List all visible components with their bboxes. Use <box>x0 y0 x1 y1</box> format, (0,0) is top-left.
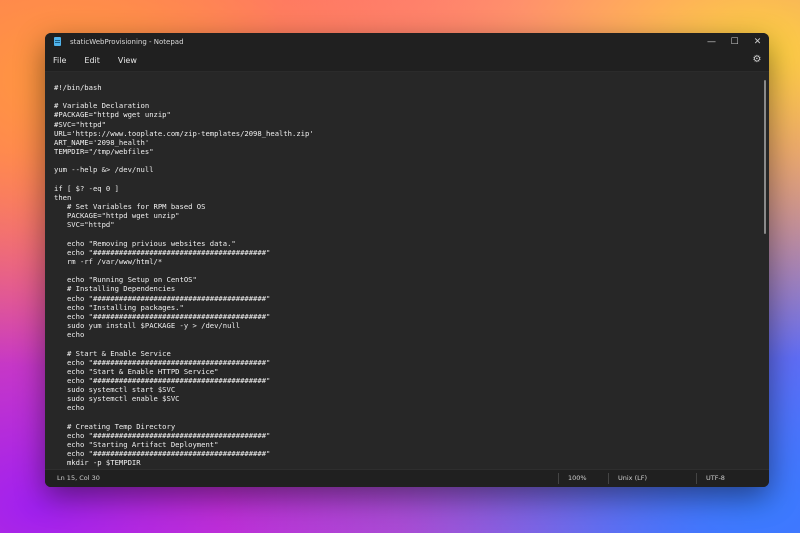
editor-text[interactable]: #!/bin/bash # Variable Declaration #PACK… <box>45 72 769 468</box>
zoom-level: 100% <box>568 474 587 482</box>
cursor-position: Ln 15, Col 30 <box>57 474 100 482</box>
minimize-button[interactable]: — <box>700 33 723 50</box>
encoding: UTF-8 <box>706 474 725 482</box>
notepad-window: staticWebProvisioning - Notepad — ☐ ✕ Fi… <box>45 33 769 487</box>
settings-button[interactable]: ⚙ <box>751 54 763 66</box>
window-controls: — ☐ ✕ <box>700 33 769 50</box>
status-divider <box>558 473 559 484</box>
menu-bar: File Edit View ⚙ <box>45 50 769 72</box>
gear-icon: ⚙ <box>752 54 762 65</box>
status-divider <box>696 473 697 484</box>
notepad-app-icon <box>54 37 61 46</box>
menu-view[interactable]: View <box>118 56 137 65</box>
text-editor[interactable]: #!/bin/bash # Variable Declaration #PACK… <box>45 72 769 470</box>
close-icon: ✕ <box>753 36 762 47</box>
maximize-icon: ☐ <box>730 36 739 47</box>
menu-edit[interactable]: Edit <box>84 56 100 65</box>
window-title: staticWebProvisioning - Notepad <box>70 37 184 46</box>
close-button[interactable]: ✕ <box>746 33 769 50</box>
line-ending: Unix (LF) <box>618 474 648 482</box>
minimize-icon: — <box>707 36 716 47</box>
maximize-button[interactable]: ☐ <box>723 33 746 50</box>
status-divider <box>608 473 609 484</box>
title-bar[interactable]: staticWebProvisioning - Notepad — ☐ ✕ <box>45 33 769 50</box>
status-bar: Ln 15, Col 30 100% Unix (LF) UTF-8 <box>45 469 769 487</box>
vertical-scrollbar[interactable] <box>764 80 766 234</box>
menu-file[interactable]: File <box>53 56 66 65</box>
